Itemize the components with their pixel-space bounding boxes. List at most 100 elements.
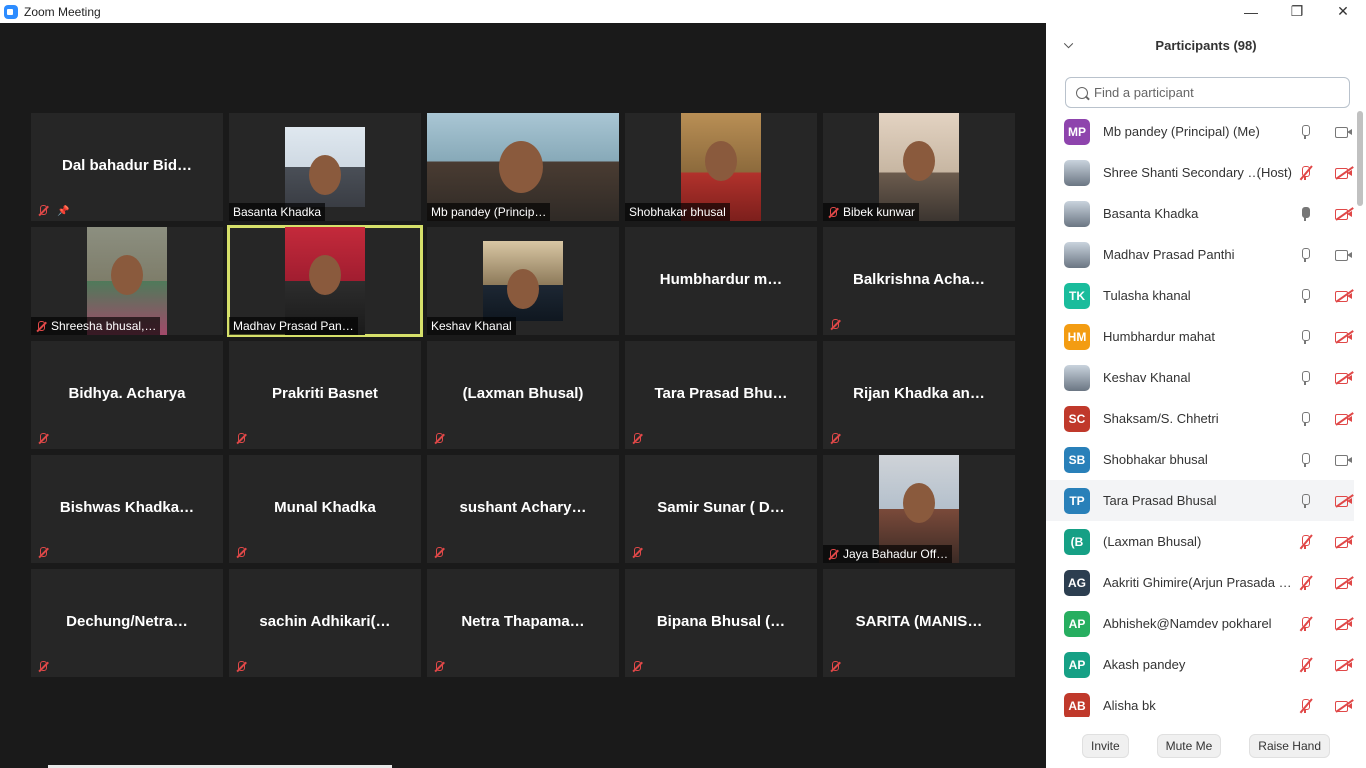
camera-off-icon[interactable] <box>1335 617 1354 631</box>
participant-row[interactable]: (B (Laxman Bhusal) <box>1046 521 1354 562</box>
mic-icon[interactable] <box>1300 247 1310 262</box>
avatar: HM <box>1064 323 1090 350</box>
mic-muted-icon[interactable] <box>1299 656 1313 672</box>
video-tile[interactable]: Munal Khadka <box>229 455 421 563</box>
mic-icon[interactable] <box>1300 206 1310 221</box>
participant-row[interactable]: Madhav Prasad Panthi <box>1046 234 1354 275</box>
participant-search[interactable] <box>1065 77 1350 108</box>
participant-status-icons <box>1300 493 1354 508</box>
participant-row[interactable]: AG Aakriti Ghimire(Arjun Prasada G… <box>1046 562 1354 603</box>
minimize-button[interactable]: — <box>1228 0 1274 23</box>
tile-status: 📌 <box>37 205 69 217</box>
mic-icon[interactable] <box>1300 124 1310 139</box>
participant-row[interactable]: HM Humbhardur mahat <box>1046 316 1354 357</box>
camera-off-icon[interactable] <box>1335 166 1354 180</box>
mic-muted-icon[interactable] <box>1299 574 1313 590</box>
video-tile[interactable]: SARITA (MANIS… <box>823 569 1015 677</box>
camera-off-icon[interactable] <box>1335 330 1354 344</box>
tile-status <box>433 433 445 445</box>
avatar <box>1064 159 1090 186</box>
video-tile[interactable]: (Laxman Bhusal) <box>427 341 619 449</box>
video-tile[interactable]: Jaya Bahadur Off… <box>823 455 1015 563</box>
avatar: AP <box>1064 610 1090 637</box>
camera-off-icon[interactable] <box>1335 535 1354 549</box>
video-tile[interactable]: Prakriti Basnet <box>229 341 421 449</box>
video-tile[interactable]: Bibek kunwar <box>823 113 1015 221</box>
participant-list[interactable]: MP Mb pandey (Principal) (Me) Shree Shanti… <box>1046 111 1354 717</box>
participant-row[interactable]: AP Akash pandey <box>1046 644 1354 685</box>
video-tile[interactable]: sachin Adhikari(… <box>229 569 421 677</box>
mic-icon[interactable] <box>1300 288 1310 303</box>
mic-muted-icon[interactable] <box>1299 615 1313 631</box>
camera-off-icon[interactable] <box>1335 494 1354 508</box>
camera-icon[interactable] <box>1335 454 1352 466</box>
video-tile[interactable]: Madhav Prasad Pan… <box>227 225 423 337</box>
participant-row[interactable]: Shree Shanti Secondary … (Host) <box>1046 152 1354 193</box>
search-input[interactable] <box>1094 85 1334 100</box>
participant-row[interactable]: TP Tara Prasad Bhusal <box>1046 480 1354 521</box>
mic-muted-icon <box>37 661 49 673</box>
participant-row[interactable]: MP Mb pandey (Principal) (Me) <box>1046 111 1354 152</box>
participant-row[interactable]: AP Abhishek@Namdev pokharel <box>1046 603 1354 644</box>
participant-row[interactable]: SB Shobhakar bhusal <box>1046 439 1354 480</box>
tile-name: sushant Achary… <box>459 499 587 516</box>
participant-row[interactable]: Basanta Khadka <box>1046 193 1354 234</box>
chevron-down-icon[interactable]: ⌵ <box>1064 37 1073 52</box>
mic-icon[interactable] <box>1300 493 1310 508</box>
video-tile[interactable]: Mb pandey (Princip… <box>427 113 619 221</box>
tile-status <box>631 661 643 673</box>
video-tile[interactable]: Keshav Khanal <box>427 227 619 335</box>
video-tile[interactable]: Samir Sunar ( D… <box>625 455 817 563</box>
restore-button[interactable]: ❐ <box>1274 0 1320 23</box>
tile-name: Balkrishna Acha… <box>853 271 985 288</box>
video-tile[interactable]: Bipana Bhusal (… <box>625 569 817 677</box>
participant-list-scrollbar[interactable] <box>1356 111 1364 717</box>
video-tile[interactable]: Bishwas Khadka… <box>31 455 223 563</box>
video-tile[interactable]: Basanta Khadka <box>229 113 421 221</box>
video-tile[interactable]: Tara Prasad Bhu… <box>625 341 817 449</box>
camera-off-icon[interactable] <box>1335 207 1354 221</box>
video-tile[interactable]: Netra Thapama… <box>427 569 619 677</box>
video-tile[interactable]: sushant Achary… <box>427 455 619 563</box>
camera-off-icon[interactable] <box>1335 412 1354 426</box>
avatar: TP <box>1064 487 1090 514</box>
participant-row[interactable]: Keshav Khanal <box>1046 357 1354 398</box>
video-tile[interactable]: Shreesha bhusal,… <box>31 227 223 335</box>
camera-off-icon[interactable] <box>1335 289 1354 303</box>
participant-row[interactable]: AB Alisha bk <box>1046 685 1354 717</box>
video-tile[interactable]: Humbhardur m… <box>625 227 817 335</box>
video-gallery: Dal bahadur Bid… 📌 Basanta Khadka Mb pandey… <box>0 23 1046 768</box>
video-tile[interactable]: Bidhya. Acharya <box>31 341 223 449</box>
tile-status <box>829 433 841 445</box>
participant-status-icons <box>1300 124 1354 139</box>
video-tile[interactable]: Balkrishna Acha… <box>823 227 1015 335</box>
mic-muted-icon[interactable] <box>1299 164 1313 180</box>
invite-button[interactable]: Invite <box>1081 733 1129 758</box>
camera-icon[interactable] <box>1335 249 1352 261</box>
camera-off-icon[interactable] <box>1335 576 1354 590</box>
close-button[interactable]: ✕ <box>1320 0 1366 23</box>
mute-me-button[interactable]: Mute Me <box>1156 733 1222 758</box>
video-tile[interactable]: Rijan Khadka an… <box>823 341 1015 449</box>
mic-muted-icon[interactable] <box>1299 533 1313 549</box>
mic-icon[interactable] <box>1300 329 1310 344</box>
scroll-thumb[interactable] <box>1357 111 1363 206</box>
participant-row[interactable]: SC Shaksam/S. Chhetri <box>1046 398 1354 439</box>
participant-name: Madhav Prasad Panthi <box>1103 247 1235 262</box>
mic-icon[interactable] <box>1300 370 1310 385</box>
camera-icon[interactable] <box>1335 126 1352 138</box>
mic-icon[interactable] <box>1300 411 1310 426</box>
camera-off-icon[interactable] <box>1335 699 1354 713</box>
mic-muted-icon <box>235 433 247 445</box>
video-tile[interactable]: Dal bahadur Bid… 📌 <box>31 113 223 221</box>
mic-icon[interactable] <box>1300 452 1310 467</box>
camera-off-icon[interactable] <box>1335 658 1354 672</box>
tile-name-label: Basanta Khadka <box>229 203 326 221</box>
video-tile[interactable]: Shobhakar bhusal <box>625 113 817 221</box>
camera-off-icon[interactable] <box>1335 371 1354 385</box>
participant-row[interactable]: TK Tulasha khanal <box>1046 275 1354 316</box>
tile-status <box>37 547 49 559</box>
video-tile[interactable]: Dechung/Netra… <box>31 569 223 677</box>
raise-hand-button[interactable]: Raise Hand <box>1249 733 1330 758</box>
mic-muted-icon[interactable] <box>1299 697 1313 713</box>
